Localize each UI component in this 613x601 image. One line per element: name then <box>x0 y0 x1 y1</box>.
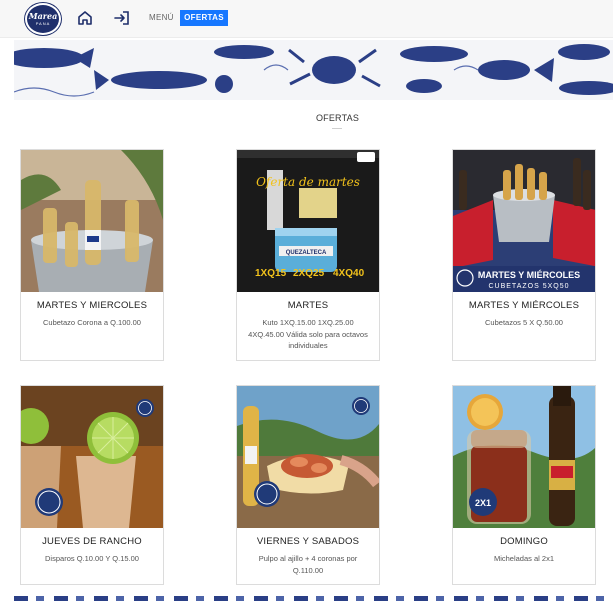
offer-description: Kuto 1XQ.15.00 1XQ.25.00 4XQ.45.00 Válid… <box>248 318 368 350</box>
offer-card[interactable]: 2X1 DOMINGO Micheladas al 2x1 <box>452 385 596 585</box>
offer-card[interactable]: MARTES Y MIÉRCOLES CUBETAZOS 5XQ50 MARTE… <box>452 149 596 361</box>
brand-logo[interactable]: Marea PANA <box>25 3 61 35</box>
mug-text: QUEZALTECA <box>286 250 327 256</box>
offer-title: VIERNES Y SABADOS <box>256 536 360 547</box>
section-divider <box>332 128 342 129</box>
offer-image <box>237 386 379 528</box>
footer-banner-strip <box>14 596 613 601</box>
offer-card[interactable]: JUEVES DE RANCHO Disparos Q.10.00 Y Q.15… <box>20 385 164 585</box>
offer-description: Disparos Q.10.00 Y Q.15.00 <box>45 554 139 563</box>
promo-line: CUBETAZOS 5XQ50 <box>488 283 569 290</box>
offer-description: Micheladas al 2x1 <box>493 554 555 563</box>
logo-text: Marea <box>28 11 58 21</box>
offer-card[interactable]: MARTES Y MIERCOLES Cubetazo Corona a Q.1… <box>20 149 164 361</box>
top-navbar: Marea PANA MENÚ OFERTAS <box>0 0 613 38</box>
offer-title: MARTES Y MIÉRCOLES <box>468 300 580 311</box>
offer-description: Cubetazos 5 X Q.50.00 <box>485 318 563 327</box>
offer-title: MARTES Y MIERCOLES <box>36 300 148 311</box>
offer-image <box>21 386 163 528</box>
price-tag: 4XQ40 <box>333 268 365 279</box>
offer-description: Cubetazo Corona a Q.100.00 <box>43 318 141 327</box>
offer-title: JUEVES DE RANCHO <box>42 536 142 547</box>
offer-title: MARTES <box>287 300 329 311</box>
offer-card[interactable]: VIERNES Y SABADOS Pulpo al ajillo + 4 co… <box>236 385 380 585</box>
login-icon[interactable] <box>113 9 131 27</box>
promo-heading: Oferta de martes <box>256 175 360 189</box>
offer-image: QUEZALTECA Oferta de martes 1XQ15 2XQ25 … <box>237 150 379 292</box>
promo-badge-text: 2X1 <box>475 498 491 508</box>
offer-description: Pulpo al ajillo + 4 coronas por Q.110.00 <box>258 554 358 575</box>
offer-image <box>21 150 163 292</box>
home-icon[interactable] <box>76 9 94 27</box>
seafood-banner <box>14 40 613 100</box>
logo-subtext: PANA <box>35 21 51 26</box>
offer-image: MARTES Y MIÉRCOLES CUBETAZOS 5XQ50 <box>453 150 595 292</box>
nav-menu-link[interactable]: MENÚ <box>149 13 174 22</box>
price-tag: 1XQ15 <box>255 268 287 279</box>
nav-ofertas-link[interactable]: OFERTAS <box>180 10 228 26</box>
offer-title: DOMINGO <box>500 536 548 547</box>
section-title: OFERTAS <box>315 113 360 123</box>
promo-line: MARTES Y MIÉRCOLES <box>478 270 580 280</box>
offer-image: 2X1 <box>453 386 595 528</box>
price-tag: 2XQ25 <box>293 268 325 279</box>
offer-card[interactable]: QUEZALTECA Oferta de martes 1XQ15 2XQ25 … <box>236 149 380 361</box>
